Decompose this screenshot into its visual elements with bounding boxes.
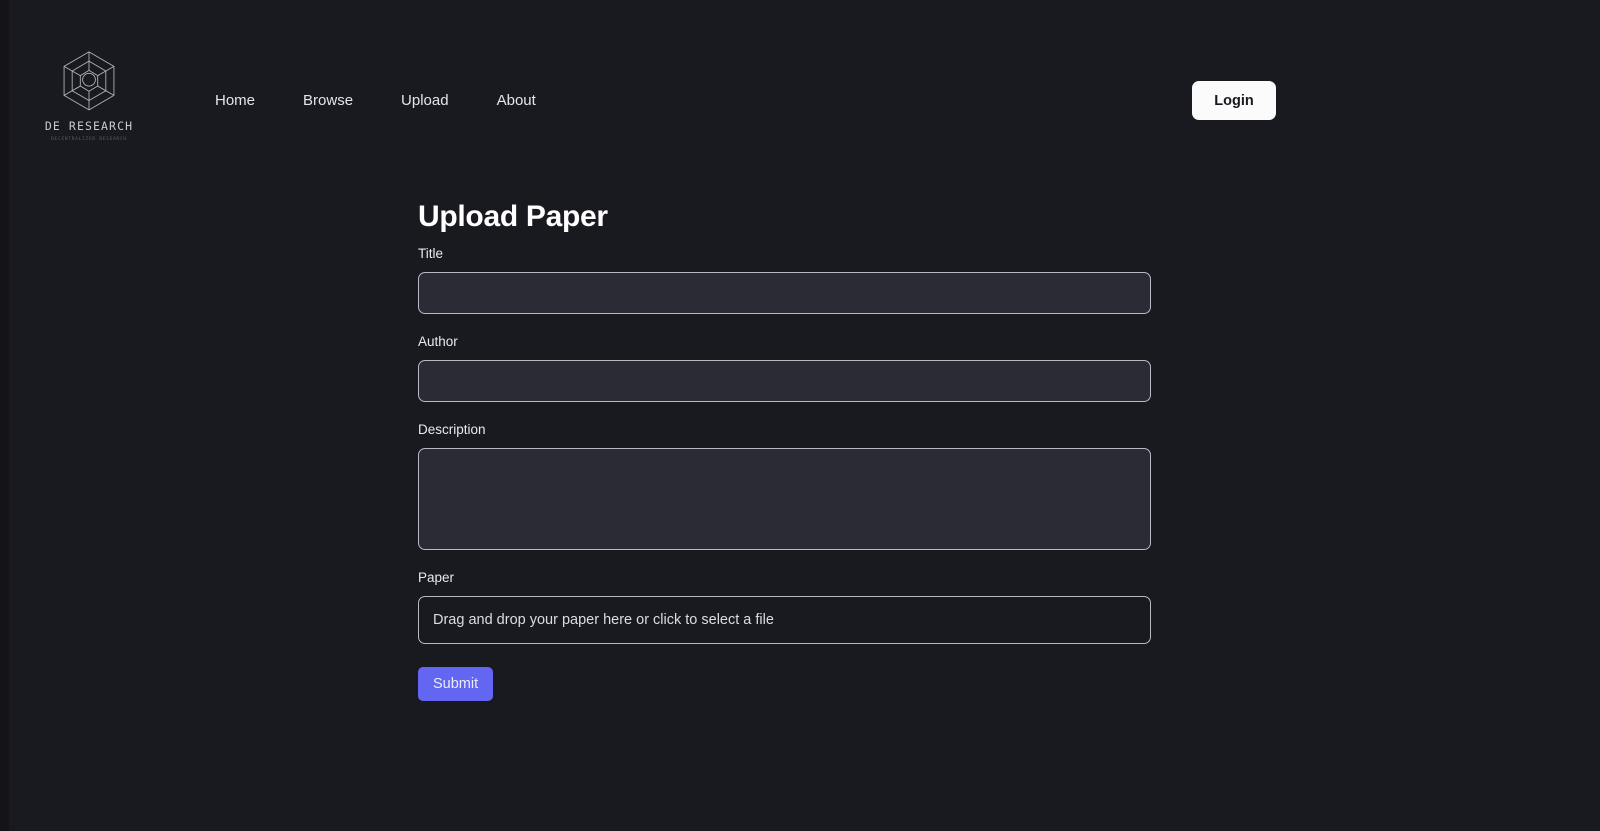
page-title: Upload Paper [418,200,608,233]
dropzone-instruction-text: Drag and drop your paper here or click t… [433,612,774,628]
author-label: Author [418,334,458,349]
nav-item-about[interactable]: About [473,90,560,112]
viewport-left-edge [0,0,9,831]
brand-name: DE RESEARCH [44,119,134,133]
author-input[interactable] [418,360,1151,402]
nav-item-upload[interactable]: Upload [377,90,473,112]
paper-dropzone[interactable]: Drag and drop your paper here or click t… [418,596,1151,644]
login-button[interactable]: Login [1192,81,1276,120]
description-textarea[interactable] [418,448,1151,550]
main-navigation: Home Browse Upload About [215,90,560,112]
brand-logo[interactable]: DE RESEARCH DECENTRALIZED RESEARCH [34,48,144,142]
title-label: Title [418,246,444,261]
site-header: DE RESEARCH DECENTRALIZED RESEARCH Home … [0,0,1600,175]
field-author: Author [418,333,1151,402]
hexagon-network-icon [63,51,115,111]
nav-item-home[interactable]: Home [215,90,279,112]
nav-item-browse[interactable]: Browse [279,90,377,112]
field-paper: Paper Drag and drop your paper here or c… [418,569,1151,644]
description-label: Description [418,422,486,437]
field-title: Title [418,245,1151,314]
upload-paper-form: Upload Paper Title Author Description Pa… [418,198,1151,701]
paper-label: Paper [418,570,455,585]
submit-button[interactable]: Submit [418,667,494,701]
title-input[interactable] [418,272,1151,314]
brand-tagline: DECENTRALIZED RESEARCH [51,136,127,142]
field-description: Description [418,421,1151,550]
